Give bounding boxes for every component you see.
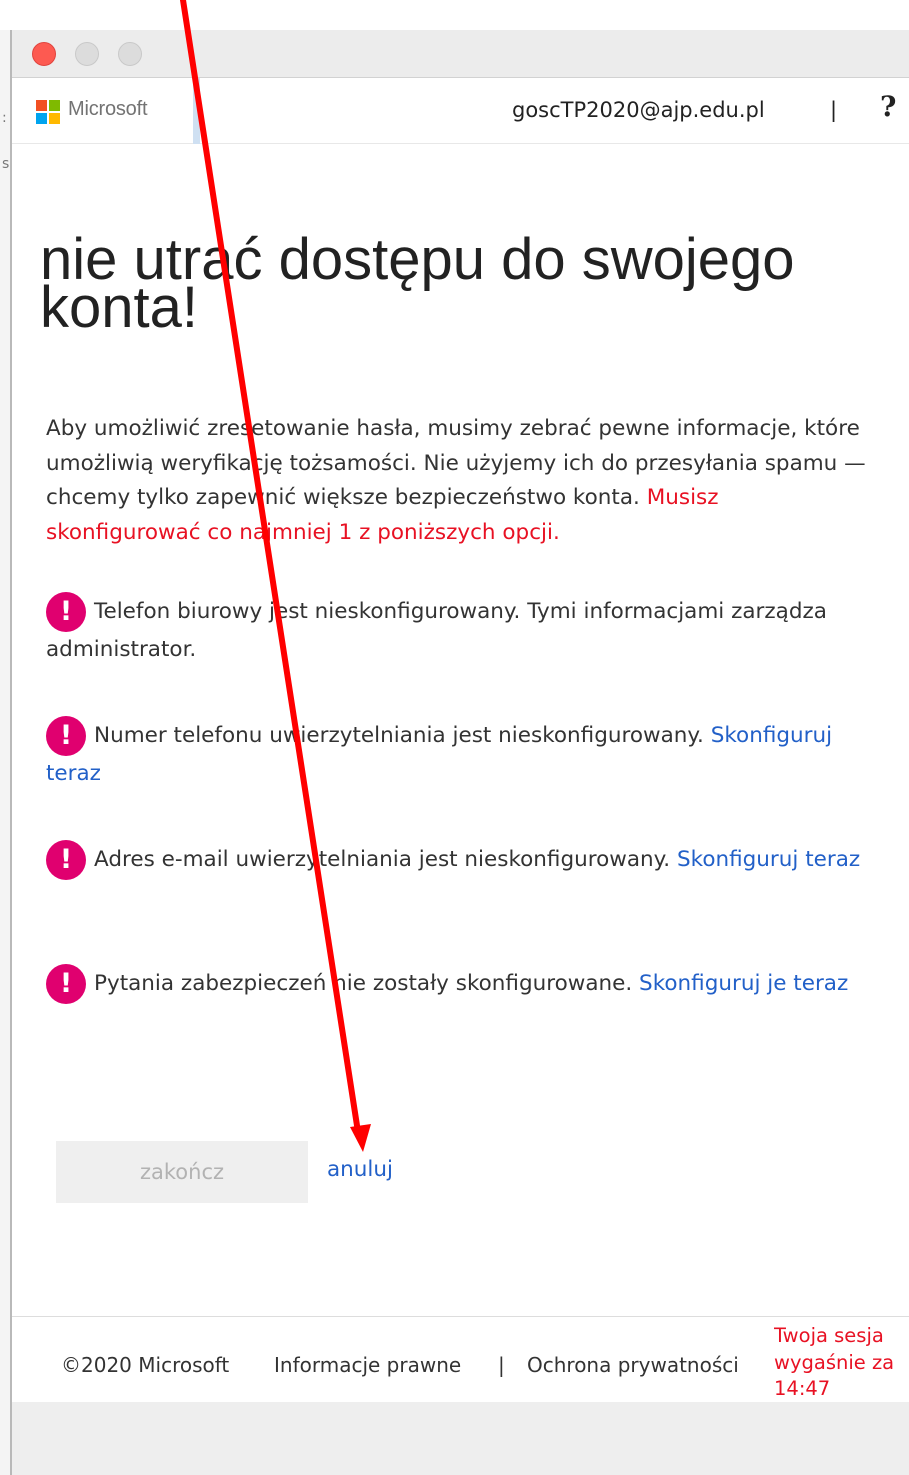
footer-copyright: ©2020 Microsoft [61,1353,230,1377]
configure-email-link[interactable]: Skonfiguruj teraz [677,847,860,872]
list-item-security-questions: ! Pytania zabezpieczeń nie zostały skonfi… [46,964,876,1004]
close-window-button[interactable] [32,42,56,66]
item-text: Telefon biurowy jest nieskonfigurowany. … [46,599,827,662]
brand-name: Microsoft [68,98,148,120]
user-email: goscTP2020@ajp.edu.pl [512,98,765,122]
header-divider [193,78,200,144]
alert-icon: ! [46,840,86,880]
minimize-window-button[interactable] [75,42,99,66]
page-footer: ©2020 Microsoft Informacje prawne | Ochr… [12,1316,909,1402]
browser-window: Microsoft goscTP2020@ajp.edu.pl | ? nie … [12,30,909,1475]
footer-legal-link[interactable]: Informacje prawne [274,1353,461,1377]
footer-separator: | [498,1353,505,1377]
list-item-auth-phone: ! Numer telefonu uwierzytelniania jest ni… [46,716,876,791]
list-item-auth-email: ! Adres e-mail uwierzytelniania jest nies… [46,840,876,880]
page-title: nie utrać dostępu do swojego konta! [40,227,795,340]
item-text: Adres e-mail uwierzytelniania jest niesk… [94,847,671,872]
alert-icon: ! [46,592,86,632]
session-timeout-notice: Twoja sesja wygaśnie za 14:47 [774,1323,909,1403]
intro-body: Aby umożliwić zresetowanie hasła, musimy… [46,416,866,510]
page-header: Microsoft goscTP2020@ajp.edu.pl | ? [12,78,909,144]
cancel-link[interactable]: anuluj [327,1157,393,1182]
session-line: wygaśnie za [774,1350,895,1374]
header-separator: | [830,98,838,122]
intro-text: Aby umożliwić zresetowanie hasła, musimy… [46,412,876,550]
background-window-edge: : s [0,30,12,1475]
alert-icon: ! [46,964,86,1004]
background-text-fragment: s [2,156,10,172]
help-icon[interactable]: ? [880,90,896,123]
configure-questions-link[interactable]: Skonfiguruj je teraz [639,971,848,996]
list-item-office-phone: ! Telefon biurowy jest nieskonfigurowany.… [46,592,876,667]
item-text: Numer telefonu uwierzytelniania jest nie… [94,723,704,748]
session-countdown: 14:47 [774,1377,831,1400]
microsoft-logo-icon [36,100,60,124]
footer-privacy-link[interactable]: Ochrona prywatności [527,1353,739,1377]
main-content: nie utrać dostępu do swojego konta! Aby … [12,144,909,1314]
maximize-window-button[interactable] [118,42,142,66]
window-titlebar [12,30,909,78]
session-line: Twoja sesja [774,1324,884,1347]
background-text-fragment: : [2,110,7,126]
screenshot: : s Microsoft goscTP2020@ajp.edu.pl | ? … [0,0,909,1475]
alert-icon: ! [46,716,86,756]
item-text: Pytania zabezpieczeń nie zostały skonfig… [94,971,633,996]
finish-button[interactable]: zakończ [56,1141,308,1203]
window-bottom-area [12,1402,909,1475]
